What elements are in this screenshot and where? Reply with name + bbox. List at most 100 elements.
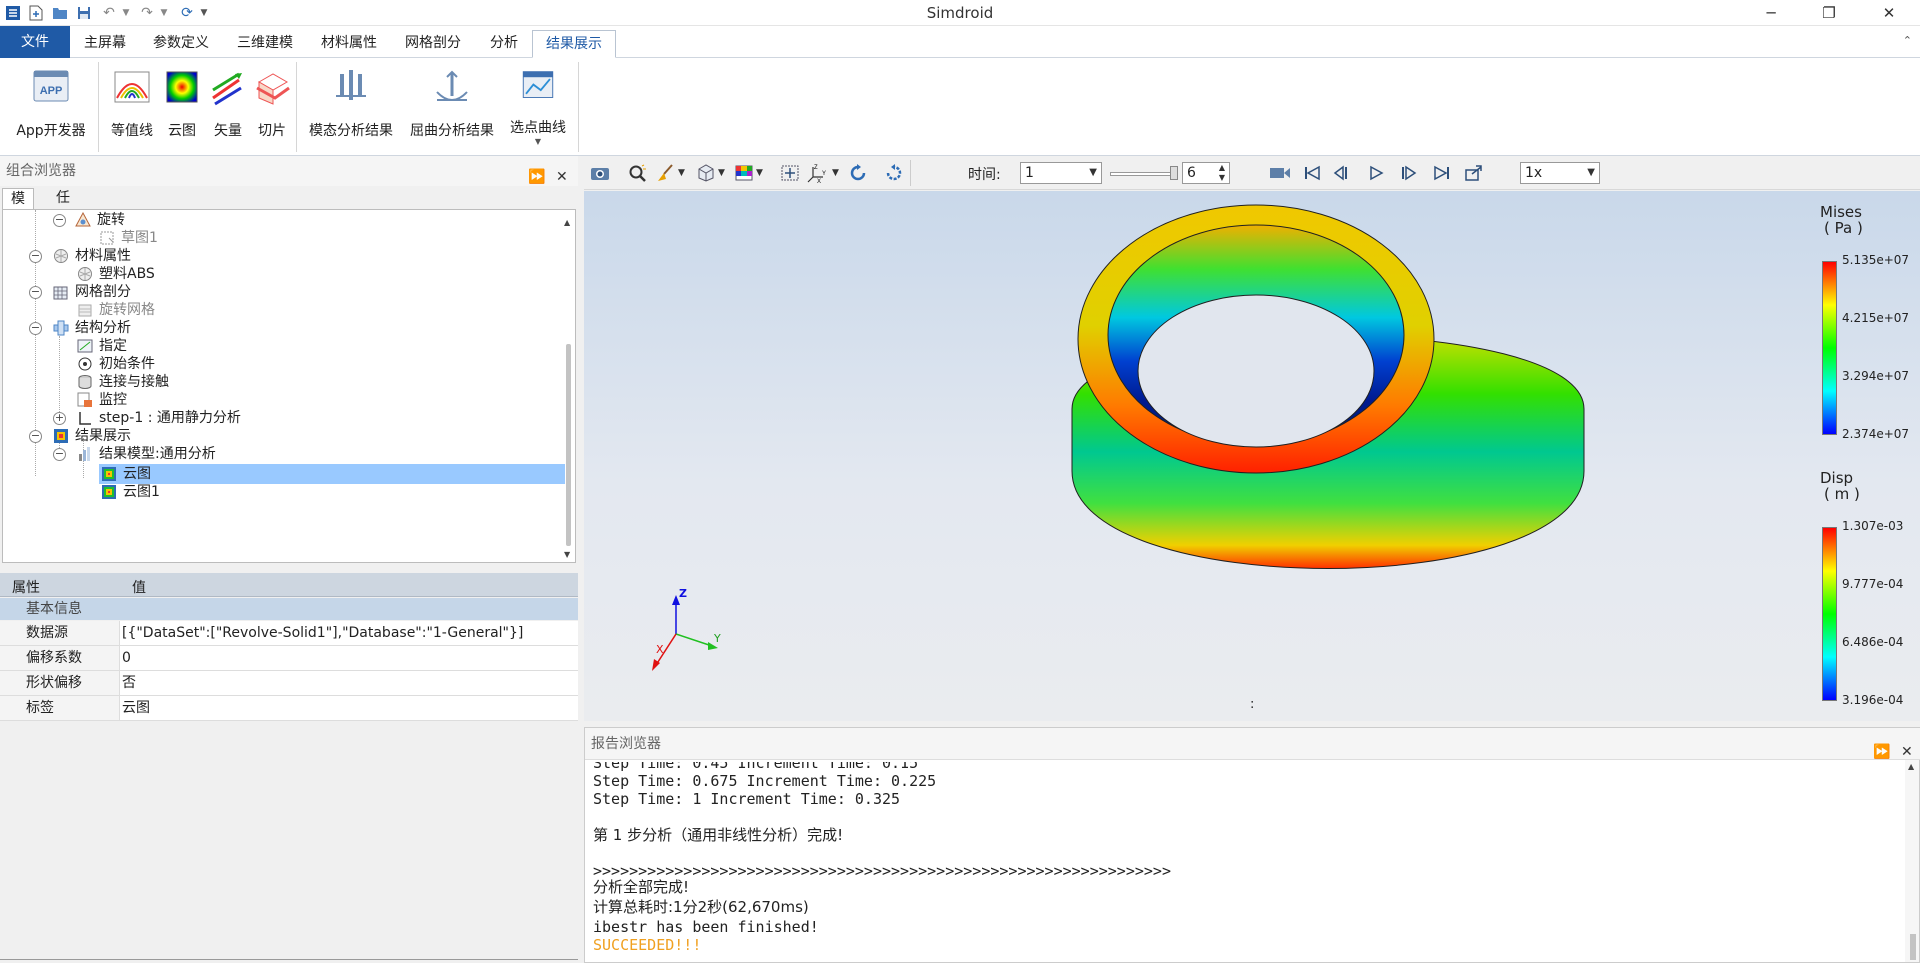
tree-node-results[interactable]: 结果展示	[53, 426, 131, 446]
next-frame-icon[interactable]	[1396, 162, 1420, 184]
property-value[interactable]: 否	[122, 671, 136, 695]
clear-icon[interactable]	[654, 162, 678, 184]
modal-results-label: 模态分析结果	[309, 123, 393, 139]
property-value[interactable]: [{"DataSet":["Revolve-Solid1"],"Database…	[122, 621, 523, 645]
display-mode-dropdown-icon[interactable]: ▼	[756, 162, 763, 184]
tree-node-revolve-mesh[interactable]: 旋转网格	[77, 300, 155, 320]
combo-browser: 组合浏览器 ⏩ ✕ 模型 任务 − 旋转 草图1 − 材料属性 塑料ABS −	[0, 156, 578, 568]
fit-view-icon[interactable]	[778, 162, 802, 184]
point-curve-icon	[522, 71, 554, 98]
collapse-toggle[interactable]: −	[29, 250, 42, 263]
export-animation-icon[interactable]	[1462, 162, 1486, 184]
minimize-icon[interactable]: ─	[1748, 0, 1794, 26]
vector-icon	[212, 72, 242, 106]
tree-scrollbar[interactable]: ▲ ▼	[563, 210, 573, 562]
tree-node-contact[interactable]: 连接与接触	[77, 372, 169, 392]
tab-mesh[interactable]: 网格剖分	[396, 30, 470, 58]
tree-node-monitor[interactable]: 监控	[77, 390, 127, 410]
ring-model[interactable]	[584, 191, 1920, 721]
tree-node-material[interactable]: 材料属性	[53, 246, 131, 266]
buckling-results-button[interactable]: 屈曲分析结果	[404, 64, 500, 146]
first-frame-icon[interactable]	[1300, 162, 1324, 184]
scroll-up-icon[interactable]: ▲	[1908, 762, 1914, 771]
axis-view-dropdown-icon[interactable]: ▼	[832, 162, 839, 184]
scroll-up-icon[interactable]: ▲	[564, 218, 570, 227]
rotate-icon[interactable]	[846, 162, 870, 184]
tree-node-mesh[interactable]: 网格剖分	[53, 282, 131, 302]
app-developer-button[interactable]: APP App开发器	[14, 64, 88, 146]
time-slider-track[interactable]	[1110, 172, 1174, 176]
tree-node-cloud-map-1[interactable]: 云图1	[99, 482, 160, 502]
property-row[interactable]: 偏移系数 0	[0, 646, 578, 671]
collapse-toggle[interactable]: −	[29, 286, 42, 299]
tree-node-assign[interactable]: 指定	[77, 336, 127, 356]
dock-icon[interactable]: ⏩	[528, 162, 545, 192]
view-cube-icon[interactable]	[694, 162, 718, 184]
cloud-map-button[interactable]: 云图	[160, 64, 204, 146]
display-mode-icon[interactable]	[732, 162, 756, 184]
speed-select[interactable]: 1x ▼	[1520, 162, 1600, 184]
close-window-icon[interactable]: ✕	[1866, 0, 1912, 26]
last-frame-icon[interactable]	[1430, 162, 1454, 184]
modal-results-button[interactable]: 模态分析结果	[306, 64, 396, 146]
collapse-toggle[interactable]: −	[53, 214, 66, 227]
point-curve-button[interactable]: 选点曲线 ▼	[506, 64, 570, 146]
slice-button[interactable]: 切片	[250, 64, 294, 146]
tab-analysis[interactable]: 分析	[480, 30, 528, 58]
clear-dropdown-icon[interactable]: ▼	[678, 162, 685, 184]
log-line-success: SUCCEEDED!!!	[593, 936, 702, 954]
screenshot-icon[interactable]	[588, 162, 612, 184]
collapse-ribbon-icon[interactable]: ⌃	[1903, 34, 1912, 47]
tree-node-initial-conditions[interactable]: 初始条件	[77, 354, 155, 374]
previous-frame-icon[interactable]	[1330, 162, 1354, 184]
point-curve-dropdown-icon[interactable]: ▼	[535, 137, 541, 146]
tree-node-structural-analysis[interactable]: 结构分析	[53, 318, 131, 338]
vector-button[interactable]: 矢量	[206, 64, 250, 146]
time-slider-thumb[interactable]	[1170, 166, 1178, 180]
tree-node-sketch1[interactable]: 草图1	[99, 228, 158, 248]
tree-node-result-model[interactable]: 结果模型:通用分析	[77, 444, 216, 464]
collapse-toggle[interactable]: −	[29, 430, 42, 443]
property-value[interactable]: 云图	[122, 696, 150, 720]
tab-material[interactable]: 材料属性	[312, 30, 386, 58]
reset-view-icon[interactable]	[882, 162, 906, 184]
tab-file[interactable]: 文件	[0, 26, 70, 58]
time-select[interactable]: 1 ▼	[1020, 162, 1102, 184]
tab-3d-modeling[interactable]: 三维建模	[228, 30, 302, 58]
app-title: Simdroid	[926, 4, 994, 22]
property-row[interactable]: 形状偏移 否	[0, 671, 578, 696]
tree-node-abs[interactable]: 塑料ABS	[77, 264, 155, 284]
view-cube-dropdown-icon[interactable]: ▼	[718, 162, 725, 184]
tab-home[interactable]: 主屏幕	[76, 30, 134, 58]
expand-toggle[interactable]: +	[53, 412, 66, 425]
contour-button[interactable]: 等值线	[108, 64, 156, 146]
property-row[interactable]: 标签 云图	[0, 696, 578, 721]
report-scroll-thumb[interactable]	[1910, 934, 1916, 960]
ribbon-tab-bar: 文件 主屏幕 参数定义 三维建模 材料属性 网格剖分 分析 结果展示 ⌃	[0, 26, 1920, 58]
restore-icon[interactable]: ❐	[1806, 0, 1852, 26]
3d-viewport[interactable]: Z Y X : Mises ( Pa ) 5.135e+07 4.215e+07…	[584, 191, 1920, 721]
collapse-toggle[interactable]: −	[53, 448, 66, 461]
property-row[interactable]: 数据源 [{"DataSet":["Revolve-Solid1"],"Data…	[0, 621, 578, 646]
close-panel-icon[interactable]: ✕	[556, 162, 568, 192]
stepper-arrows-icon[interactable]: ▲ ▼	[1219, 163, 1225, 183]
record-video-icon[interactable]	[1268, 162, 1292, 184]
collapse-toggle[interactable]: −	[29, 322, 42, 335]
tab-results[interactable]: 结果展示	[532, 30, 616, 58]
property-value[interactable]: 0	[122, 646, 131, 670]
zoom-icon[interactable]	[626, 162, 650, 184]
tab-model[interactable]: 模型	[2, 188, 34, 227]
scroll-down-icon[interactable]: ▼	[564, 550, 570, 559]
material-icon	[54, 249, 68, 263]
tree-node-cloud-map[interactable]: 云图	[99, 464, 565, 484]
play-icon[interactable]	[1364, 162, 1388, 184]
tab-task[interactable]: 任务	[48, 188, 78, 226]
tree-scroll-thumb[interactable]	[566, 344, 571, 546]
report-scrollbar[interactable]: ▲	[1905, 760, 1919, 962]
tab-parameters[interactable]: 参数定义	[144, 30, 218, 58]
frame-stepper[interactable]: 6 ▲ ▼	[1182, 162, 1230, 184]
tree-node-revolve[interactable]: 旋转	[75, 210, 125, 230]
tree-node-step1[interactable]: step-1 : 通用静力分析	[77, 408, 241, 428]
axis-view-icon[interactable]: ZYX	[806, 162, 830, 184]
tree-line	[59, 336, 60, 422]
